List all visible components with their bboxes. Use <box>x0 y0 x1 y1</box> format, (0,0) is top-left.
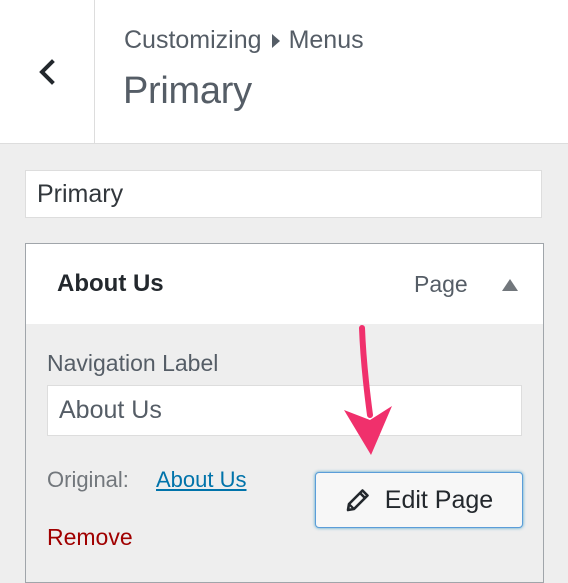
edit-page-label: Edit Page <box>384 485 494 514</box>
original-link[interactable]: About Us <box>156 467 247 493</box>
arrow-up-icon[interactable] <box>502 279 518 291</box>
menu-name-input[interactable] <box>25 170 542 218</box>
navigation-label-input[interactable] <box>47 385 522 436</box>
customizer-header: Customizing Menus Primary <box>0 0 568 144</box>
menu-item-type: Page <box>414 271 468 297</box>
page-title: Primary <box>123 70 252 112</box>
navigation-label-label: Navigation Label <box>47 350 219 376</box>
breadcrumb-parent: Customizing <box>124 26 262 54</box>
menu-item-panel: About Us Page Navigation Label Original:… <box>25 243 544 583</box>
breadcrumb: Customizing Menus <box>124 26 364 55</box>
original-label: Original: <box>47 467 129 492</box>
remove-link[interactable]: Remove <box>47 524 133 551</box>
edit-page-button[interactable]: Edit Page <box>315 472 523 528</box>
caret-right-icon <box>271 26 280 55</box>
pencil-icon <box>346 489 369 512</box>
menu-item-title: About Us <box>57 270 164 297</box>
back-button[interactable] <box>0 0 95 143</box>
chevron-left-icon <box>39 58 55 85</box>
breadcrumb-current: Menus <box>288 26 364 54</box>
menu-item-handle[interactable]: About Us Page <box>26 244 543 324</box>
